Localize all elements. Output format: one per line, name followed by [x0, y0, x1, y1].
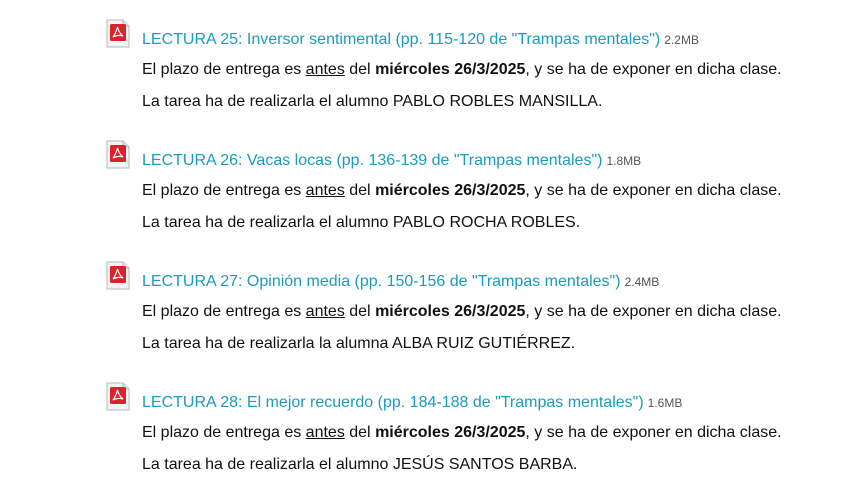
- resource-title[interactable]: LECTURA 28: El mejor recuerdo (pp. 184-1…: [142, 394, 644, 411]
- pdf-file-icon[interactable]: [104, 19, 132, 49]
- deadline-text-middle: del: [344, 424, 376, 441]
- deadline-date: miércoles 26/3/2025: [375, 61, 526, 78]
- resource-link[interactable]: LECTURA 27: Opinión media (pp. 150-156 d…: [142, 272, 659, 292]
- deadline-date: miércoles 26/3/2025: [375, 424, 526, 441]
- deadline-text-middle: del: [344, 61, 376, 78]
- deadline-date: miércoles 26/3/2025: [375, 182, 526, 199]
- deadline-text: El plazo de entrega es antes del miércol…: [142, 60, 782, 80]
- assignee-text: La tarea ha de realizarla el alumno JESÚ…: [142, 456, 578, 473]
- deadline-text: El plazo de entrega es antes del miércol…: [142, 423, 782, 443]
- pdf-file-icon[interactable]: [104, 140, 132, 170]
- deadline-text-middle: del: [344, 303, 376, 320]
- deadline-text-suffix: , y se ha de exponer en dicha clase.: [525, 182, 782, 199]
- assignee-text: La tarea ha de realizarla el alumno PABL…: [142, 214, 581, 231]
- resource-title[interactable]: LECTURA 26: Vacas locas (pp. 136-139 de …: [142, 152, 602, 169]
- deadline-text: El plazo de entrega es antes del miércol…: [142, 181, 782, 201]
- file-size: 1.8MB: [606, 154, 642, 168]
- deadline-text-prefix: El plazo de entrega es: [142, 61, 306, 78]
- deadline-text-prefix: El plazo de entrega es: [142, 182, 306, 199]
- deadline-text-underlined: antes: [305, 303, 345, 320]
- deadline-text-suffix: , y se ha de exponer en dicha clase.: [525, 424, 782, 441]
- list-item: LECTURA 27: Opinión media (pp. 150-156 d…: [104, 261, 844, 352]
- resource-title-row: LECTURA 28: El mejor recuerdo (pp. 184-1…: [104, 382, 844, 416]
- deadline-text-prefix: El plazo de entrega es: [142, 303, 306, 320]
- resource-title-row: LECTURA 25: Inversor sentimental (pp. 11…: [104, 19, 844, 53]
- resource-link[interactable]: LECTURA 25: Inversor sentimental (pp. 11…: [142, 30, 699, 50]
- deadline-date: miércoles 26/3/2025: [375, 303, 526, 320]
- list-item: LECTURA 28: El mejor recuerdo (pp. 184-1…: [104, 382, 844, 473]
- deadline-text-underlined: antes: [305, 61, 345, 78]
- file-size: 2.4MB: [624, 275, 660, 289]
- deadline-text-underlined: antes: [305, 424, 345, 441]
- pdf-file-icon[interactable]: [104, 261, 132, 291]
- deadline-text-suffix: , y se ha de exponer en dicha clase.: [525, 61, 782, 78]
- assignee-text: La tarea ha de realizarla el alumno PABL…: [142, 93, 603, 110]
- resource-title-row: LECTURA 26: Vacas locas (pp. 136-139 de …: [104, 140, 844, 174]
- resource-title-row: LECTURA 27: Opinión media (pp. 150-156 d…: [104, 261, 844, 295]
- deadline-text-prefix: El plazo de entrega es: [142, 424, 306, 441]
- file-size: 2.2MB: [664, 33, 699, 47]
- resource-title[interactable]: LECTURA 25: Inversor sentimental (pp. 11…: [142, 31, 660, 48]
- resource-link[interactable]: LECTURA 26: Vacas locas (pp. 136-139 de …: [142, 151, 641, 171]
- file-size: 1.6MB: [647, 396, 683, 410]
- deadline-text-middle: del: [344, 182, 376, 199]
- assignee-text: La tarea ha de realizarla la alumna ALBA…: [142, 335, 576, 352]
- pdf-file-icon[interactable]: [104, 382, 132, 412]
- resource-link[interactable]: LECTURA 28: El mejor recuerdo (pp. 184-1…: [142, 393, 682, 413]
- resource-title[interactable]: LECTURA 27: Opinión media (pp. 150-156 d…: [142, 273, 621, 290]
- deadline-text-suffix: , y se ha de exponer en dicha clase.: [525, 303, 782, 320]
- list-item: LECTURA 26: Vacas locas (pp. 136-139 de …: [104, 140, 844, 231]
- list-item: LECTURA 25: Inversor sentimental (pp. 11…: [104, 19, 844, 110]
- deadline-text: El plazo de entrega es antes del miércol…: [142, 302, 782, 322]
- deadline-text-underlined: antes: [305, 182, 345, 199]
